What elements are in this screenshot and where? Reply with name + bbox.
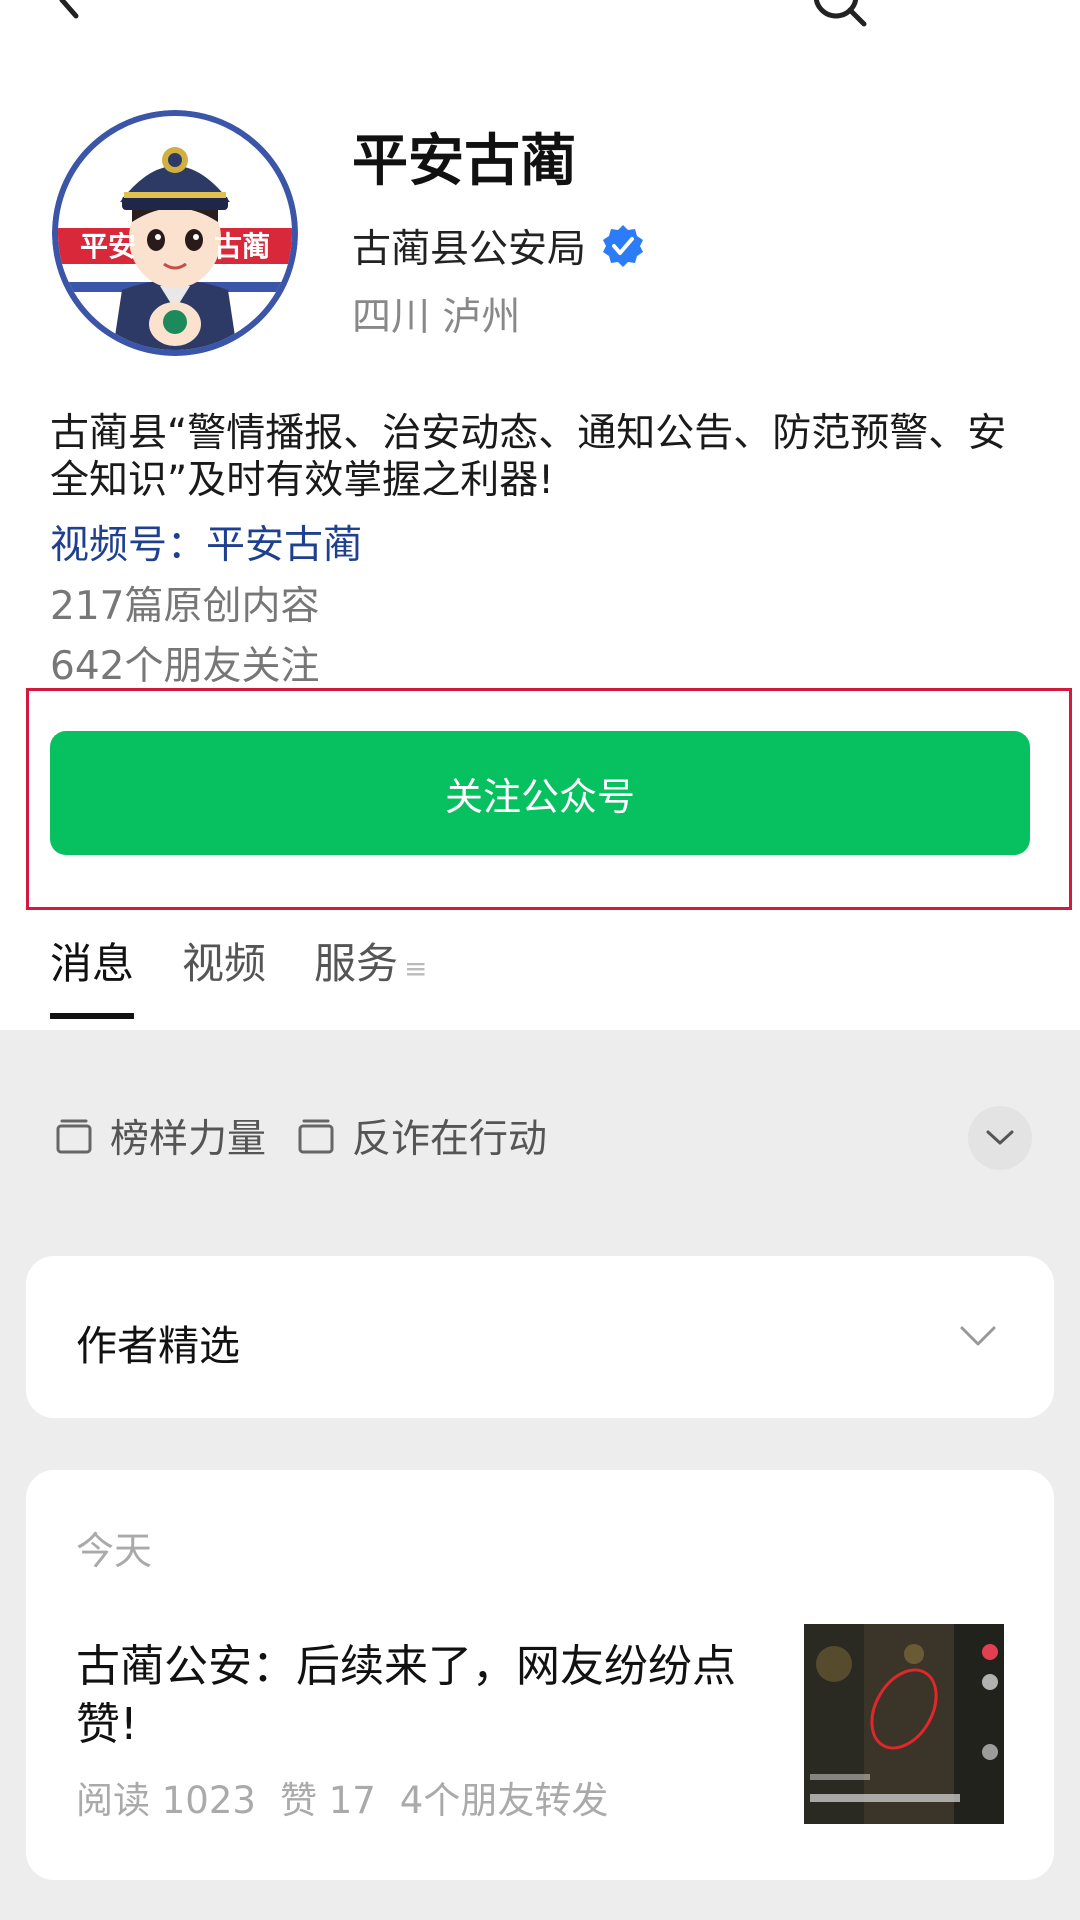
- chevron-down-icon: [986, 1130, 1014, 1145]
- tab-more-icon: ≡: [404, 952, 428, 985]
- tab-services-label: 服务: [314, 939, 399, 988]
- chevron-down-icon: [960, 1326, 996, 1346]
- back-arrow-icon[interactable]: [44, 0, 94, 28]
- tab-messages[interactable]: 消息: [50, 930, 135, 1019]
- date-label: 今天: [76, 1529, 153, 1573]
- collection-item[interactable]: 反诈在行动: [296, 1108, 547, 1164]
- expand-collections-button[interactable]: [968, 1106, 1032, 1170]
- article-thumbnail[interactable]: [804, 1624, 1004, 1824]
- collection-label: 反诈在行动: [352, 1117, 548, 1162]
- author-picks-label: 作者精选: [76, 1322, 240, 1370]
- article-card[interactable]: 今天 古蔺公安：后续来了，网友纷纷点赞! 阅读 1023 赞 17 4个朋友转发: [26, 1470, 1054, 1880]
- avatar-text-left: 平安: [80, 230, 136, 263]
- collections-row: 榜样力量 反诈在行动: [54, 1108, 547, 1164]
- org-row: 古蔺县公安局: [352, 218, 646, 274]
- follow-button[interactable]: 关注公众号: [50, 731, 1030, 855]
- tab-videos[interactable]: 视频: [182, 930, 266, 1005]
- avatar-text-right: 古蔺: [214, 230, 270, 263]
- search-icon[interactable]: [808, 0, 872, 30]
- verified-icon: [603, 225, 644, 267]
- tab-services[interactable]: 服务 ≡: [314, 930, 427, 1005]
- article-meta: 阅读 1023 赞 17 4个朋友转发: [76, 1770, 608, 1824]
- article-title[interactable]: 古蔺公安：后续来了，网友纷纷点赞!: [76, 1638, 766, 1754]
- folder-icon: [298, 1119, 334, 1154]
- author-picks-card[interactable]: 作者精选: [26, 1256, 1054, 1418]
- channel-link[interactable]: 视频号：平安古蔺: [50, 514, 362, 570]
- org-name[interactable]: 古蔺县公安局: [352, 218, 586, 274]
- friends-follow-count[interactable]: 642个朋友关注: [50, 635, 319, 691]
- bio: 古蔺县“警情播报、治安动态、通知公告、防范预警、安全知识”及时有效掌握之利器!: [50, 411, 1007, 503]
- friend-shares: 4个朋友转发: [399, 1779, 609, 1822]
- original-count[interactable]: 217篇原创内容: [50, 575, 319, 631]
- folder-icon: [56, 1119, 92, 1154]
- location: 四川 泸州: [352, 295, 521, 340]
- like-count: 赞 17: [279, 1779, 376, 1822]
- collection-item[interactable]: 榜样力量: [54, 1108, 266, 1164]
- read-count: 阅读 1023: [76, 1779, 256, 1822]
- tab-bar: 消息 视频 服务 ≡: [50, 930, 428, 1019]
- profile-name: 平安古蔺: [352, 129, 576, 194]
- collection-label: 榜样力量: [110, 1117, 267, 1162]
- avatar[interactable]: 平安 古蔺: [52, 110, 298, 356]
